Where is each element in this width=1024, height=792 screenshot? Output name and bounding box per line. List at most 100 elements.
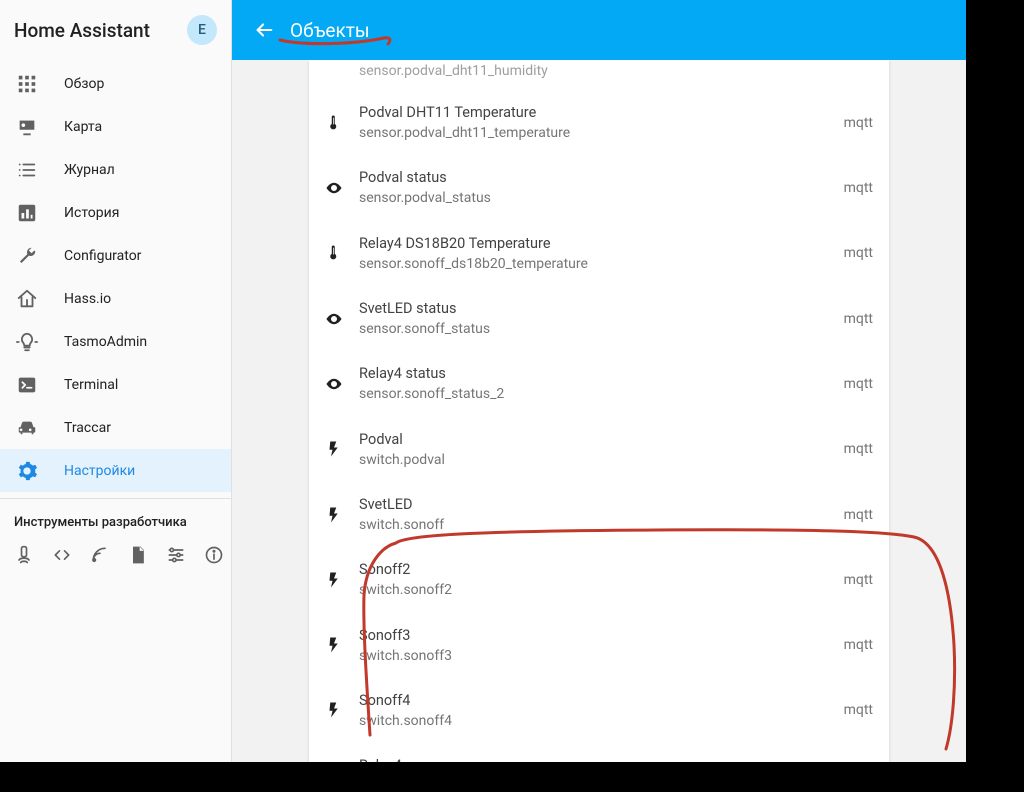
- sidebar-item-label: TasmoAdmin: [64, 334, 147, 350]
- flash-icon: [325, 569, 359, 591]
- entity-text: sensor.podval_dht11_humidity: [359, 61, 863, 81]
- entity-card: sensor.podval_dht11_humidity Podval DHT1…: [309, 60, 889, 762]
- entity-platform: mqtt: [834, 441, 873, 457]
- ha-icon: [14, 286, 40, 312]
- gear-icon: [14, 458, 40, 484]
- entity-row[interactable]: Podval switch.podval mqtt: [309, 417, 889, 482]
- thermo-icon: [325, 242, 359, 264]
- badge-icon: [14, 114, 40, 140]
- sidebar-item-logbook[interactable]: Журнал: [0, 148, 231, 191]
- entity-id: sensor.sonoff_status: [359, 319, 834, 339]
- entity-id: switch.sonoff3: [359, 646, 834, 666]
- image-right-margin: [966, 0, 1024, 792]
- entity-name: Relay4 status: [359, 363, 834, 384]
- entity-name: Podval DHT11 Temperature: [359, 102, 834, 123]
- sidebar-item-overview[interactable]: Обзор: [0, 62, 231, 105]
- entity-row[interactable]: Podval DHT11 Temperature sensor.podval_d…: [309, 90, 889, 155]
- sidebar-item-terminal[interactable]: Terminal: [0, 363, 231, 406]
- sidebar-item-label: Terminal: [64, 377, 118, 393]
- entity-name: Sonoff4: [359, 690, 834, 711]
- eye-icon: [325, 308, 359, 330]
- entity-text: Podval status sensor.podval_status: [359, 167, 834, 208]
- mqtt-icon: [90, 545, 110, 565]
- devtool-remote[interactable]: [14, 544, 34, 566]
- entity-row[interactable]: Relay4 switch.sonoff_2 mqtt: [309, 743, 889, 762]
- eye-icon: [325, 177, 359, 199]
- entity-platform: mqtt: [834, 572, 873, 588]
- flash-icon: [325, 634, 359, 656]
- devtool-mqtt[interactable]: [90, 544, 110, 566]
- entity-text: Relay4 switch.sonoff_2: [359, 755, 834, 762]
- sidebar-divider: [0, 498, 231, 499]
- content-area: sensor.podval_dht11_humidity Podval DHT1…: [232, 60, 966, 762]
- devtool-services[interactable]: [166, 544, 186, 566]
- entity-id: sensor.podval_dht11_humidity: [359, 61, 863, 81]
- sidebar-item-map[interactable]: Карта: [0, 105, 231, 148]
- sidebar-item-hassio[interactable]: Hass.io: [0, 277, 231, 320]
- entity-platform: mqtt: [834, 180, 873, 196]
- devtools-row: [0, 536, 231, 566]
- sidebar-item-label: Configurator: [64, 248, 141, 264]
- entity-id: switch.sonoff4: [359, 711, 834, 731]
- entity-text: Relay4 DS18B20 Temperature sensor.sonoff…: [359, 233, 834, 274]
- grid-icon: [14, 71, 40, 97]
- devtool-info[interactable]: [204, 544, 224, 566]
- entity-text: Sonoff3 switch.sonoff3: [359, 625, 834, 666]
- sidebar-item-traccar[interactable]: Traccar: [0, 406, 231, 449]
- arrow-left-icon: [253, 19, 275, 41]
- flash-icon: [325, 438, 359, 460]
- entity-row[interactable]: Sonoff2 switch.sonoff2 mqtt: [309, 547, 889, 612]
- entity-name: Relay4: [359, 755, 834, 762]
- car-icon: [14, 415, 40, 441]
- sidebar-nav: Обзор Карта Журнал История Configurator …: [0, 60, 231, 492]
- entity-row[interactable]: SvetLED switch.sonoff mqtt: [309, 482, 889, 547]
- sidebar-item-tasmoadmin[interactable]: TasmoAdmin: [0, 320, 231, 363]
- entity-row[interactable]: SvetLED status sensor.sonoff_status mqtt: [309, 286, 889, 351]
- eye-icon: [325, 373, 359, 395]
- entity-row[interactable]: sensor.podval_dht11_humidity: [309, 60, 889, 90]
- sidebar-item-label: Журнал: [64, 162, 115, 178]
- code-icon: [52, 545, 72, 565]
- remote-icon: [14, 545, 34, 565]
- entity-text: Podval switch.podval: [359, 429, 834, 470]
- entity-platform: mqtt: [834, 245, 873, 261]
- entity-text: Sonoff2 switch.sonoff2: [359, 559, 834, 600]
- entity-row[interactable]: Relay4 DS18B20 Temperature sensor.sonoff…: [309, 221, 889, 286]
- template-icon: [128, 545, 148, 565]
- entity-platform: mqtt: [834, 311, 873, 327]
- entity-text: SvetLED switch.sonoff: [359, 494, 834, 535]
- entity-id: switch.podval: [359, 450, 834, 470]
- entity-text: SvetLED status sensor.sonoff_status: [359, 298, 834, 339]
- avatar[interactable]: E: [187, 15, 217, 45]
- entity-platform: mqtt: [834, 507, 873, 523]
- entity-id: sensor.sonoff_status_2: [359, 384, 834, 404]
- entity-row[interactable]: Sonoff3 switch.sonoff3 mqtt: [309, 613, 889, 678]
- devtool-template[interactable]: [128, 544, 148, 566]
- bulb-icon: [14, 329, 40, 355]
- services-icon: [166, 545, 186, 565]
- sidebar-item-configurator[interactable]: Configurator: [0, 234, 231, 277]
- back-button[interactable]: [244, 10, 284, 50]
- entity-id: sensor.sonoff_ds18b20_temperature: [359, 254, 834, 274]
- app-frame: Home Assistant E Обзор Карта Журнал Исто…: [0, 0, 966, 762]
- entity-platform: mqtt: [834, 376, 873, 392]
- entity-list: sensor.podval_dht11_humidity Podval DHT1…: [309, 60, 889, 762]
- entity-id: switch.sonoff: [359, 515, 834, 535]
- devtool-code[interactable]: [52, 544, 72, 566]
- sidebar-item-history[interactable]: История: [0, 191, 231, 234]
- terminal-icon: [14, 372, 40, 398]
- entity-row[interactable]: Podval status sensor.podval_status mqtt: [309, 155, 889, 220]
- entity-id: switch.sonoff2: [359, 580, 834, 600]
- thermo-icon: [325, 112, 359, 134]
- entity-name: Relay4 DS18B20 Temperature: [359, 233, 834, 254]
- main-area: Объекты sensor.podval_dht11_humidity Pod…: [232, 0, 966, 762]
- sidebar-item-label: Карта: [64, 119, 102, 135]
- entity-platform: mqtt: [834, 702, 873, 718]
- topbar: Объекты: [232, 0, 966, 60]
- entity-row[interactable]: Sonoff4 switch.sonoff4 mqtt: [309, 678, 889, 743]
- entity-row[interactable]: Relay4 status sensor.sonoff_status_2 mqt…: [309, 351, 889, 416]
- sidebar-item-label: Traccar: [64, 420, 111, 436]
- entity-name: Sonoff2: [359, 559, 834, 580]
- sidebar-item-settings[interactable]: Настройки: [0, 449, 231, 492]
- entity-name: Podval status: [359, 167, 834, 188]
